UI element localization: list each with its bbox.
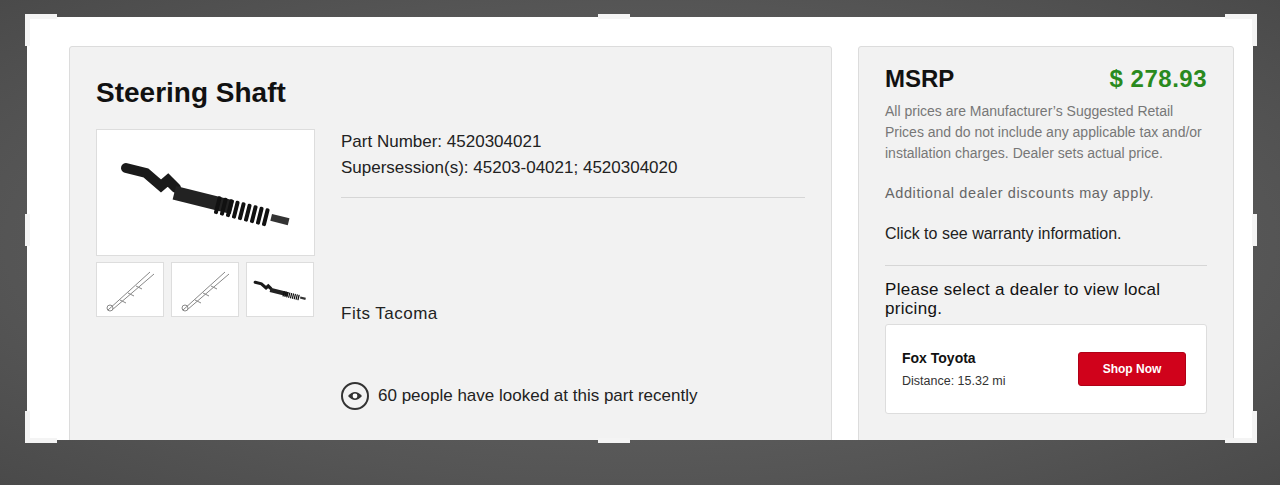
warranty-link[interactable]: Click to see warranty information.	[885, 225, 1207, 243]
supersessions: Supersession(s): 45203-04021; 4520304020	[341, 155, 805, 181]
product-card: Steering Shaft Part Number: 4520304021Sup…	[69, 46, 832, 440]
eye-icon	[341, 382, 369, 410]
crop-stage: Steering Shaft Part Number: 4520304021Sup…	[0, 0, 1280, 485]
gallery	[96, 129, 315, 410]
thumbnail[interactable]	[96, 262, 164, 317]
dealer-prompt: Please select a dealer to view local pri…	[885, 280, 1177, 318]
crop-handle[interactable]	[1252, 411, 1257, 443]
shaft-diagram-icon	[175, 266, 235, 314]
shop-now-button[interactable]: Shop Now	[1078, 352, 1186, 386]
crop-handle[interactable]	[598, 438, 630, 443]
thumbnail[interactable]	[246, 262, 314, 317]
crop-handle[interactable]	[1252, 214, 1257, 246]
main-image[interactable]	[96, 129, 315, 256]
pricing-card: MSRP $ 278.93 All prices are Manufacturer’…	[858, 46, 1234, 440]
divider	[885, 265, 1207, 266]
crop-handle[interactable]	[598, 14, 630, 19]
crop-handle[interactable]	[1252, 14, 1257, 46]
price-row: MSRP $ 278.93	[885, 65, 1207, 93]
divider	[341, 197, 805, 198]
crop-handle[interactable]	[25, 411, 30, 443]
thumbnail[interactable]	[171, 262, 239, 317]
steering-shaft-image	[249, 270, 311, 310]
msrp-label: MSRP	[885, 65, 954, 93]
dealer-name: Fox Toyota	[902, 350, 1006, 366]
part-number: Part Number: 4520304021	[341, 129, 805, 155]
product-title: Steering Shaft	[96, 77, 805, 109]
discount-note: Additional dealer discounts may apply.	[885, 185, 1207, 201]
price-disclaimer: All prices are Manufacturer’s Suggested …	[885, 101, 1207, 164]
product-info: Part Number: 4520304021Supersession(s): …	[341, 129, 805, 410]
steering-shaft-image	[106, 138, 306, 248]
crop-frame: Steering Shaft Part Number: 4520304021Sup…	[27, 17, 1253, 440]
shaft-diagram-icon	[100, 266, 160, 314]
views-count: 60 people have looked at this part recen…	[341, 382, 805, 410]
price: $ 278.93	[1110, 65, 1207, 93]
crop-handle[interactable]	[25, 14, 30, 46]
dealer-distance: Distance: 15.32 mi	[902, 374, 1006, 388]
crop-handle[interactable]	[25, 214, 30, 246]
dealer-card: Fox Toyota Distance: 15.32 mi Shop Now	[885, 324, 1207, 414]
thumbnails	[96, 262, 315, 317]
fitment: Fits Tacoma	[341, 304, 805, 324]
